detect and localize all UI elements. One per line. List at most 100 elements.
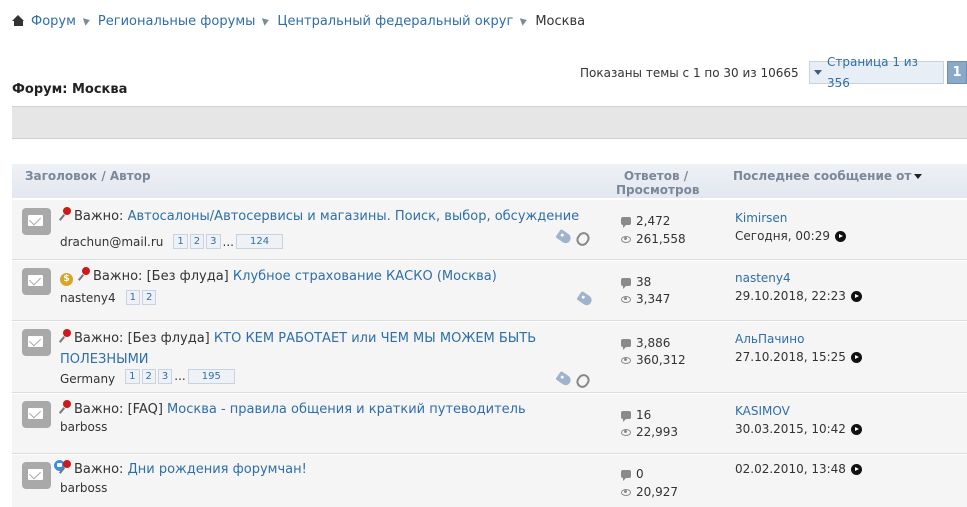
- last-post-user[interactable]: nasteny4: [735, 271, 791, 285]
- sticky-pin-icon: [60, 207, 70, 221]
- go-to-last-post-icon[interactable]: [850, 423, 862, 435]
- thread-author[interactable]: nasteny4: [60, 291, 116, 305]
- views-count: 22,993: [636, 425, 678, 439]
- thread-title-link[interactable]: Клубное страхование КАСКО (Москва): [233, 269, 497, 284]
- page-title: Форум: Москва: [12, 82, 128, 97]
- last-post-user[interactable]: KASIMOV: [735, 404, 790, 418]
- thread-pages: 1 2: [125, 290, 157, 305]
- thread-author[interactable]: barboss: [60, 420, 107, 434]
- last-post-date: Сегодня, 00:29: [735, 229, 830, 243]
- thread-prefix: Важно:: [74, 331, 124, 346]
- page-link[interactable]: 3: [206, 234, 221, 249]
- dropdown-arrow-icon: [814, 70, 822, 75]
- views-icon: [621, 235, 631, 243]
- thread-prefix: Важно:: [74, 209, 124, 224]
- sticky-pin-icon: [60, 460, 70, 474]
- thread-prefix: Важно:: [74, 402, 124, 417]
- thread-author[interactable]: drachun@mail.ru: [60, 235, 163, 249]
- header-stats[interactable]: Ответов / Просмотров: [616, 169, 700, 197]
- go-to-last-post-icon[interactable]: [850, 351, 862, 363]
- thread-status-icon: [22, 268, 51, 295]
- table-row: Важно: Автосалоны/Автосервисы и магазины…: [12, 200, 967, 260]
- table-row: $ Важно: [Без флуда] Клубное страхование …: [12, 261, 967, 321]
- tag-icon[interactable]: [576, 290, 594, 308]
- replies-icon: [621, 217, 631, 228]
- tag-icon[interactable]: [555, 228, 573, 246]
- table-row: Важно: [Без флуда] КТО КЕМ РАБОТАЕТ или …: [12, 322, 967, 393]
- header-views: Просмотров: [616, 183, 700, 197]
- replies-icon: [621, 339, 631, 350]
- page-link[interactable]: 1: [173, 234, 188, 249]
- last-post-user[interactable]: АльПачино: [735, 332, 804, 346]
- go-to-last-post-icon[interactable]: [850, 290, 862, 302]
- page-label: Страница 1 из 356: [827, 54, 918, 90]
- thread-prefix-tag: [FAQ]: [127, 402, 163, 417]
- thread-title-link[interactable]: Автосалоны/Автосервисы и магазины. Поиск…: [128, 209, 580, 224]
- page-link[interactable]: 3: [157, 368, 173, 384]
- breadcrumb: Форум Региональные форумы Центральный фе…: [12, 12, 585, 30]
- breadcrumb-central-district[interactable]: Центральный федеральный округ: [277, 14, 513, 29]
- breadcrumb-forum[interactable]: Форум: [31, 14, 76, 29]
- views-count: 20,927: [636, 485, 678, 499]
- thread-author[interactable]: Germany: [60, 372, 115, 386]
- replies-count: 3,886: [636, 336, 671, 350]
- page-link[interactable]: 195: [187, 368, 235, 384]
- thread-status-icon: [22, 329, 51, 356]
- page-link[interactable]: 2: [142, 290, 157, 305]
- last-post-date: 27.10.2018, 15:25: [735, 350, 846, 364]
- thread-prefix-tag: [Без флуда]: [146, 269, 229, 284]
- last-post-user[interactable]: Kimirsen: [735, 211, 787, 225]
- page-link[interactable]: 1: [125, 368, 140, 384]
- replies-icon: [621, 470, 631, 481]
- thread-author[interactable]: barboss: [60, 481, 107, 495]
- attachment-icon[interactable]: [574, 371, 592, 391]
- views-count: 261,558: [636, 232, 686, 246]
- views-icon: [621, 488, 631, 496]
- header-replies: Ответов /: [623, 169, 689, 183]
- last-post-date: 30.03.2015, 10:42: [735, 422, 846, 436]
- tag-icon[interactable]: [555, 370, 573, 388]
- table-row: Важно: Дни рождения форумчан! barboss 0 …: [12, 455, 967, 507]
- threads-count: Показаны темы с 1 по 30 из 10665: [580, 66, 799, 80]
- replies-count: 2,472: [636, 214, 671, 228]
- views-icon: [621, 428, 631, 436]
- breadcrumb-current: Москва: [535, 13, 586, 29]
- replies-count: 16: [636, 408, 652, 422]
- breadcrumb-regional[interactable]: Региональные форумы: [98, 14, 256, 29]
- thread-pages: 1 2 3 ... 195: [125, 368, 235, 384]
- forum-toolbar: [12, 106, 967, 139]
- thread-pages: 1 2 3 ... 124: [173, 234, 284, 249]
- go-to-last-post-icon[interactable]: [850, 463, 862, 475]
- thread-list-header: Заголовок / Автор Ответов / Просмотров П…: [12, 164, 967, 198]
- thread-title-link[interactable]: Дни рождения форумчан!: [128, 462, 307, 477]
- header-title-author[interactable]: Заголовок / Автор: [25, 169, 151, 183]
- views-count: 3,347: [636, 292, 671, 306]
- last-post-date: 29.10.2018, 22:23: [735, 289, 846, 303]
- page-link[interactable]: 2: [141, 368, 156, 384]
- last-post-date: 02.02.2010, 13:48: [735, 462, 846, 476]
- attachment-icon[interactable]: [574, 229, 592, 249]
- current-page-button[interactable]: 1: [947, 61, 967, 84]
- paid-coin-icon: $: [60, 273, 73, 286]
- sticky-pin-icon: [60, 400, 70, 414]
- table-row: Важно: [FAQ] Москва - правила общения и …: [12, 394, 967, 454]
- thread-status-icon: [22, 459, 66, 489]
- replies-icon: [621, 278, 631, 289]
- page-link[interactable]: 124: [235, 234, 284, 249]
- ellipsis: ...: [222, 234, 234, 249]
- sort-desc-icon: [914, 173, 923, 179]
- go-to-last-post-icon[interactable]: [834, 230, 846, 242]
- home-icon[interactable]: [12, 15, 25, 27]
- breadcrumb-separator-icon: [82, 16, 92, 26]
- pagination: Страница 1 из 356 1: [809, 55, 967, 90]
- thread-prefix: Важно:: [93, 269, 143, 284]
- header-last-post[interactable]: Последнее сообщение от: [733, 169, 923, 183]
- replies-count: 38: [636, 275, 652, 289]
- page-link[interactable]: 1: [125, 290, 141, 305]
- page-link[interactable]: 2: [189, 234, 205, 249]
- page-select-button[interactable]: Страница 1 из 356: [809, 55, 945, 90]
- views-icon: [621, 356, 631, 364]
- thread-title-link[interactable]: Москва - правила общения и краткий путев…: [167, 402, 526, 417]
- breadcrumb-separator-icon: [262, 16, 271, 26]
- thread-status-icon: [22, 401, 51, 428]
